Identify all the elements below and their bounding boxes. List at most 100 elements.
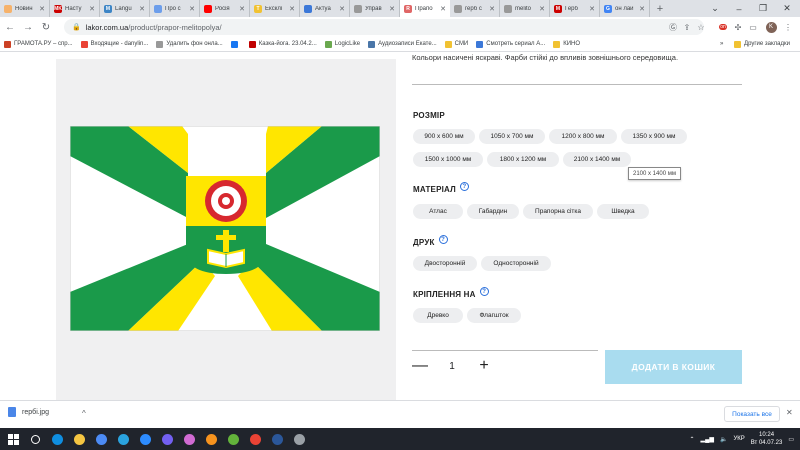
bookmarks-overflow-icon[interactable]: » — [720, 41, 723, 47]
sidepanel-icon[interactable]: ▭ — [746, 20, 760, 34]
melitopol-flag-image[interactable] — [70, 126, 380, 331]
size-option[interactable]: 1350 x 900 мм — [621, 129, 687, 144]
viber-icon[interactable] — [158, 430, 176, 448]
mount-option[interactable]: Древко — [413, 308, 463, 323]
print-option[interactable]: Двосторонній — [413, 256, 477, 271]
browser-tab[interactable]: T Ексклі ✕ — [250, 0, 300, 17]
quantity-decrease-button[interactable]: — — [412, 357, 428, 374]
tab-close-icon[interactable]: ✕ — [639, 5, 645, 13]
bookmark-item[interactable] — [230, 40, 241, 48]
notifications-icon[interactable]: ▭ — [788, 436, 794, 443]
quantity-input[interactable]: 1 — [440, 359, 464, 373]
tab-close-icon[interactable]: ✕ — [139, 5, 145, 13]
tab-close-icon[interactable]: ✕ — [339, 5, 345, 13]
tab-close-icon[interactable]: ✕ — [489, 5, 495, 13]
forward-icon[interactable]: → — [20, 19, 36, 35]
browser-tab[interactable]: melito ✕ — [500, 0, 550, 17]
size-option[interactable]: 1050 x 700 мм — [479, 129, 545, 144]
clock[interactable]: 10:24 Вт 04.07.23 — [751, 431, 783, 447]
puzzle-icon[interactable]: ✣ — [731, 20, 745, 34]
address-bar[interactable]: 🔒 lakor.com.ua/product/prapor-melitopoly… — [64, 19, 704, 35]
bookmark-item[interactable]: Смотреть сериал А... — [476, 40, 545, 48]
chrome-icon[interactable] — [246, 430, 264, 448]
material-option[interactable]: Габардин — [467, 204, 519, 219]
browser-tab[interactable]: Gон лай ✕ — [600, 0, 650, 17]
add-to-cart-button[interactable]: ДОДАТИ В КОШИК — [605, 350, 742, 384]
tab-close-icon[interactable]: ✕ — [589, 5, 595, 13]
size-option[interactable]: 1200 x 800 мм — [549, 129, 617, 144]
material-option[interactable]: Атлас — [413, 204, 463, 219]
tab-close-icon[interactable]: ✕ — [89, 5, 95, 13]
browser-tab[interactable]: Про с ✕ — [150, 0, 200, 17]
show-all-downloads-button[interactable]: Показать все — [724, 406, 780, 422]
avatar[interactable]: K — [764, 20, 778, 34]
reload-icon[interactable]: ↻ — [38, 19, 54, 35]
torrent-icon[interactable] — [224, 430, 242, 448]
browser-tab[interactable]: R Прапо ✕ — [400, 0, 450, 17]
material-option[interactable]: Шведка — [597, 204, 649, 219]
help-icon[interactable]: ? — [459, 182, 469, 191]
network-icon[interactable]: ▂▄▆ — [700, 436, 713, 443]
bookmark-item[interactable]: ГРАМОТА.РУ – спр... — [4, 40, 73, 48]
bookmark-item[interactable]: КИНО — [553, 40, 580, 48]
browser-tab[interactable]: Актуа ✕ — [300, 0, 350, 17]
download-item[interactable]: гербі.jpg — [8, 407, 49, 417]
language-indicator[interactable]: УКР — [733, 436, 744, 442]
bookmark-item[interactable]: Удалить фон онла... — [156, 40, 223, 48]
tab-close-icon[interactable]: ✕ — [189, 5, 195, 13]
tab-close-icon[interactable]: ✕ — [239, 5, 245, 13]
store-icon[interactable] — [92, 430, 110, 448]
tab-search-icon[interactable]: ⌄ — [703, 0, 727, 17]
bookmark-item[interactable]: СМИ — [444, 40, 468, 48]
close-window-icon[interactable]: ✕ — [775, 0, 799, 17]
tab-close-icon[interactable]: ✕ — [440, 5, 446, 13]
menu-kebab-icon[interactable]: ⋮ — [781, 20, 795, 34]
tab-close-icon[interactable]: ✕ — [539, 5, 545, 13]
ok-icon[interactable] — [202, 430, 220, 448]
back-icon[interactable]: ← — [2, 19, 18, 35]
help-icon[interactable]: ? — [438, 235, 448, 244]
material-option[interactable]: Прапорна сітка — [523, 204, 593, 219]
bookmark-star-icon[interactable]: ☆ — [694, 20, 708, 34]
photos-icon[interactable] — [180, 430, 198, 448]
help-icon[interactable]: ? — [479, 287, 489, 296]
snip-icon[interactable] — [290, 430, 308, 448]
size-option[interactable]: 2100 x 1400 мм — [563, 152, 631, 167]
bookmark-item[interactable]: LogicLike — [324, 40, 360, 48]
browser-tab[interactable]: Управ ✕ — [350, 0, 400, 17]
search-icon[interactable] — [26, 430, 44, 448]
chevron-up-icon[interactable]: ^ — [82, 409, 86, 418]
browser-tab[interactable]: герб с ✕ — [450, 0, 500, 17]
bookmark-item[interactable]: Аудиозаписи Екате... — [368, 40, 437, 48]
tab-close-icon[interactable]: ✕ — [289, 5, 295, 13]
browser-tab[interactable]: MK Насту ✕ — [50, 0, 100, 17]
volume-icon[interactable]: 🔈 — [720, 436, 727, 443]
quantity-increase-button[interactable]: + — [476, 357, 492, 374]
maximize-icon[interactable]: ❐ — [751, 0, 775, 17]
close-icon[interactable]: ✕ — [786, 408, 793, 417]
size-option[interactable]: 1500 x 1000 мм — [413, 152, 483, 167]
bookmark-item[interactable]: Казка-йога. 23.04.2... — [248, 40, 317, 48]
edge-icon[interactable] — [48, 430, 66, 448]
extension-icon[interactable]: on — [716, 20, 730, 34]
share-icon[interactable]: ⇪ — [680, 20, 694, 34]
size-option[interactable]: 1800 x 1200 мм — [487, 152, 559, 167]
other-bookmarks[interactable]: Другие закладки — [734, 40, 790, 48]
word-icon[interactable] — [268, 430, 286, 448]
lock-icon[interactable]: 🔒 — [72, 23, 81, 31]
chevron-up-icon[interactable]: ⌃ — [689, 436, 694, 443]
browser-tab[interactable]: M Герб ✕ — [550, 0, 600, 17]
browser-tab[interactable]: Росія ✕ — [200, 0, 250, 17]
bookmark-item[interactable]: Входящие - danylin... — [80, 40, 148, 48]
tab-close-icon[interactable]: ✕ — [389, 5, 395, 13]
windows-icon[interactable] — [4, 430, 22, 448]
browser-tab[interactable]: M Langu ✕ — [100, 0, 150, 17]
folder-icon[interactable] — [70, 430, 88, 448]
print-option[interactable]: Односторонній — [481, 256, 551, 271]
telegram-icon[interactable] — [114, 430, 132, 448]
minimize-icon[interactable]: – — [727, 0, 751, 17]
browser-tab[interactable]: Новин ✕ — [0, 0, 50, 17]
translate-icon[interactable]: Ⓖ — [666, 20, 680, 34]
mount-option[interactable]: Флагшток — [467, 308, 521, 323]
tab-close-icon[interactable]: ✕ — [39, 5, 45, 13]
